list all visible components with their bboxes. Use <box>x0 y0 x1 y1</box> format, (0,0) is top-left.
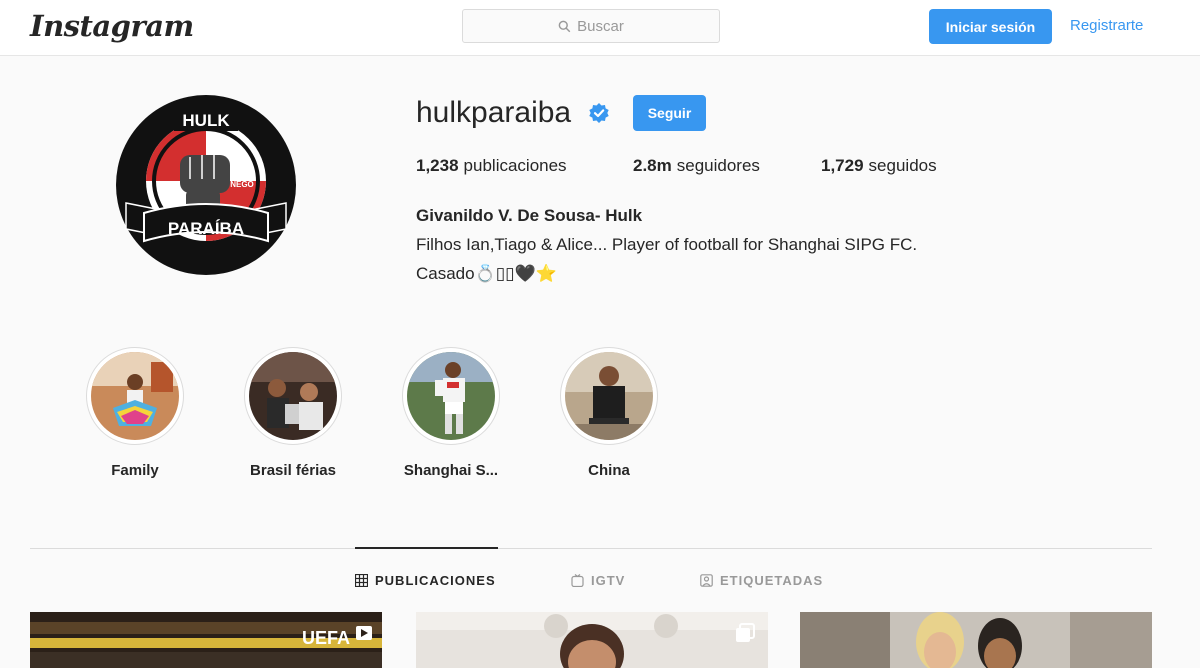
profile-avatar[interactable]: HULK NEGO PARAÍBA <box>116 95 296 275</box>
top-nav: Instagram Buscar Iniciar sesión Registra… <box>0 0 1200 56</box>
tab-etiquetadas[interactable]: ETIQUETADAS <box>700 573 823 588</box>
stat-following-value: 1,729 <box>821 156 864 175</box>
stat-followers-value: 2.8m <box>633 156 672 175</box>
follow-button[interactable]: Seguir <box>633 95 706 131</box>
post-thumbnail-1[interactable]: UEFA <box>30 612 382 668</box>
highlight-thumbnail <box>249 352 337 440</box>
highlight-family[interactable]: Family <box>55 347 215 479</box>
highlight-thumbnail <box>91 352 179 440</box>
tab-label: PUBLICACIONES <box>375 573 496 588</box>
tab-igtv[interactable]: IGTV <box>571 573 625 588</box>
tagged-icon <box>700 574 713 587</box>
avatar-text-top: HULK <box>182 111 230 130</box>
highlight-ring <box>560 347 658 445</box>
highlight-china[interactable]: China <box>529 347 689 479</box>
stat-followers-label: seguidores <box>676 156 760 175</box>
highlight-shanghai[interactable]: Shanghai S... <box>371 347 531 479</box>
stat-followers[interactable]: 2.8m seguidores <box>633 156 760 176</box>
highlight-thumbnail <box>407 352 495 440</box>
highlight-ring <box>244 347 342 445</box>
stat-posts: 1,238 publicaciones <box>416 156 567 176</box>
stat-following-label: seguidos <box>868 156 937 175</box>
profile-bio-line2: Casado💍▯▯🖤⭐ <box>416 264 557 283</box>
search-input[interactable]: Buscar <box>462 9 720 43</box>
highlight-label: Family <box>111 462 159 479</box>
avatar-text-bottom: PARAÍBA <box>168 219 244 238</box>
instagram-logo[interactable]: Instagram <box>30 9 194 43</box>
post-overlay-text: UEFA <box>302 628 350 648</box>
highlight-label: China <box>588 462 630 479</box>
tabs-divider <box>30 548 1152 549</box>
stat-posts-label: publicaciones <box>463 156 567 175</box>
profile-full-name: Givanildo V. De Sousa- Hulk <box>416 206 643 225</box>
verified-badge-icon <box>589 103 609 123</box>
video-icon <box>356 626 372 640</box>
search-placeholder: Buscar <box>577 17 624 35</box>
post-thumbnail-2[interactable] <box>416 612 768 668</box>
tab-label: IGTV <box>591 573 626 588</box>
tab-label: ETIQUETADAS <box>720 573 824 588</box>
highlight-label: Brasil férias <box>250 462 336 479</box>
tab-publicaciones[interactable]: PUBLICACIONES <box>355 573 496 588</box>
avatar-text-small: NEGO <box>230 180 254 189</box>
active-tab-indicator <box>355 547 498 549</box>
igtv-icon <box>571 574 584 587</box>
login-button[interactable]: Iniciar sesión <box>929 9 1052 44</box>
highlight-ring <box>402 347 500 445</box>
post-thumbnail-3[interactable] <box>800 612 1152 668</box>
grid-icon <box>355 574 368 587</box>
highlight-ring <box>86 347 184 445</box>
profile-username: hulkparaiba <box>416 96 572 129</box>
profile-bio-line1: Filhos Ian,Tiago & Alice... Player of fo… <box>416 235 918 254</box>
stat-posts-value: 1,238 <box>416 156 459 175</box>
highlight-label: Shanghai S... <box>403 462 499 479</box>
search-icon <box>558 20 571 32</box>
register-link[interactable]: Registrarte <box>1070 17 1143 34</box>
highlight-brasil-ferias[interactable]: Brasil férias <box>213 347 373 479</box>
highlight-thumbnail <box>565 352 653 440</box>
stat-following[interactable]: 1,729 seguidos <box>821 156 937 176</box>
